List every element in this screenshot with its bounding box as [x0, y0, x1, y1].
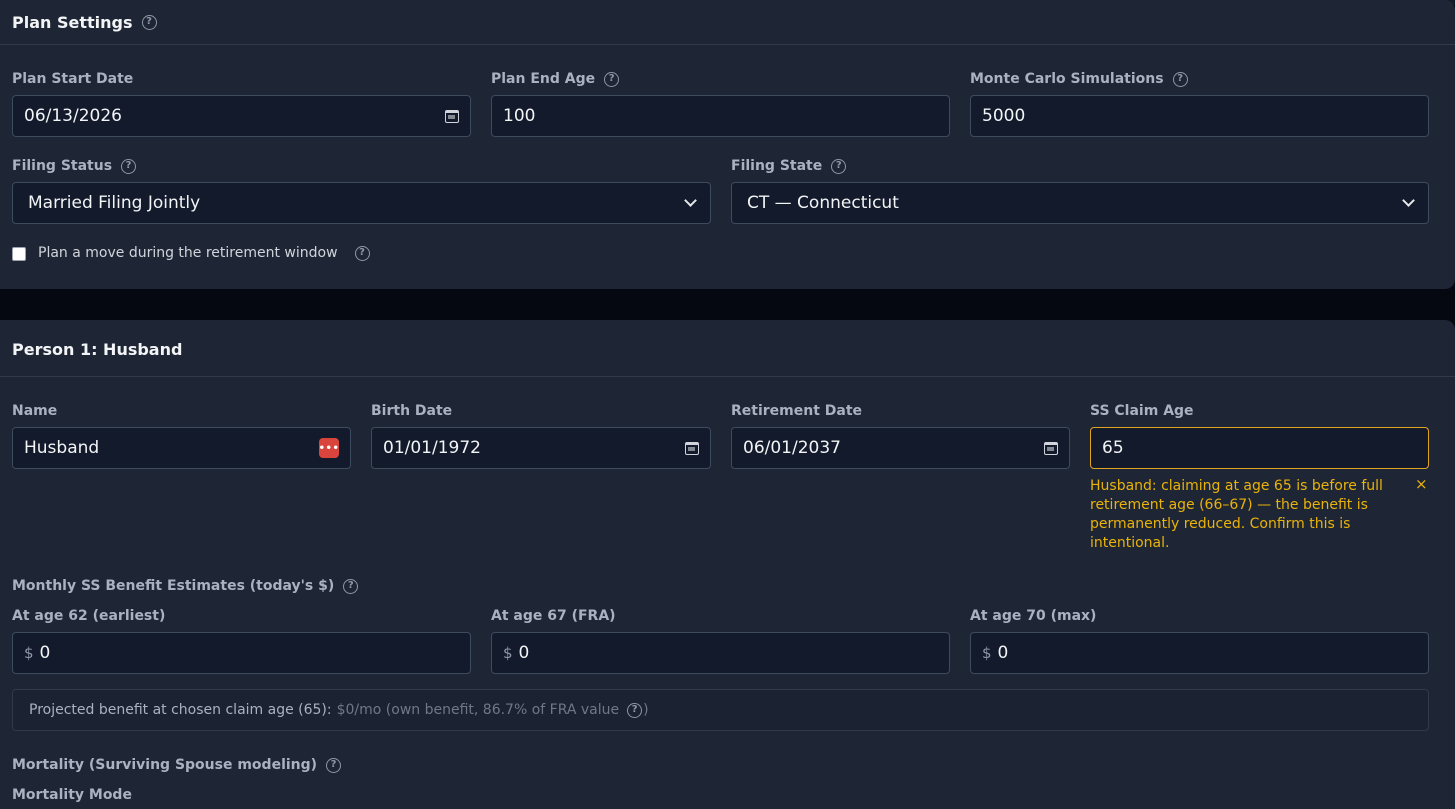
monte-carlo-label: Monte Carlo Simulations ?	[970, 71, 1188, 87]
projected-benefit-label: Projected benefit at chosen claim age (6…	[29, 702, 332, 718]
help-icon[interactable]: ?	[141, 14, 157, 30]
monte-carlo-input[interactable]: 5000	[970, 95, 1429, 137]
chevron-down-icon	[1402, 194, 1415, 207]
name-input[interactable]: Husband •••	[12, 427, 351, 469]
age62-input[interactable]: $ 0	[12, 632, 471, 674]
help-icon[interactable]: ?	[604, 71, 620, 87]
plan-start-date-input[interactable]: 06/13/2026	[12, 95, 471, 137]
plan-start-date-label: Plan Start Date	[12, 71, 134, 87]
projected-benefit-box: Projected benefit at chosen claim age (6…	[12, 689, 1429, 731]
plan-settings-card: Plan Settings ? Plan Start Date 06/13/20…	[0, 0, 1455, 289]
close-icon[interactable]: ×	[1415, 475, 1428, 493]
calendar-icon[interactable]	[445, 109, 459, 123]
filing-state-label: Filing State ?	[731, 158, 847, 174]
projected-benefit-closing: )	[643, 702, 649, 718]
projected-benefit-value: $0/mo (own benefit, 86.7% of FRA value	[336, 702, 620, 718]
help-icon[interactable]: ?	[831, 158, 847, 174]
mortality-mode-label: Mortality Mode	[12, 787, 132, 803]
age70-label: At age 70 (max)	[970, 608, 1097, 624]
help-icon[interactable]: ?	[354, 245, 370, 261]
help-icon[interactable]: ?	[326, 757, 342, 773]
age67-input[interactable]: $ 0	[491, 632, 950, 674]
retirement-date-input[interactable]: 06/01/2037	[731, 427, 1070, 469]
person1-title: Person 1: Husband	[12, 339, 183, 359]
ss-claim-age-label: SS Claim Age	[1090, 403, 1194, 419]
chevron-down-icon	[684, 194, 697, 207]
password-manager-icon[interactable]: •••	[319, 438, 339, 458]
calendar-icon[interactable]	[685, 441, 699, 455]
plan-settings-header: Plan Settings ?	[0, 0, 1455, 45]
person1-card: Person 1: Husband Name Husband ••• Birth…	[0, 320, 1455, 809]
move-checkbox-label[interactable]: Plan a move during the retirement window…	[38, 245, 370, 261]
birth-date-input[interactable]: 01/01/1972	[371, 427, 711, 469]
help-icon[interactable]: ?	[121, 158, 137, 174]
name-label: Name	[12, 403, 58, 419]
currency-symbol: $	[503, 644, 513, 662]
filing-status-select[interactable]: Married Filing Jointly	[12, 182, 711, 224]
age70-input[interactable]: $ 0	[970, 632, 1429, 674]
person1-header: Person 1: Husband	[0, 320, 1455, 377]
birth-date-label: Birth Date	[371, 403, 453, 419]
ss-claim-age-warning: Husband: claiming at age 65 is before fu…	[1090, 478, 1383, 551]
help-icon[interactable]: ?	[343, 578, 359, 594]
plan-end-age-input[interactable]: 100	[491, 95, 950, 137]
currency-symbol: $	[982, 644, 992, 662]
move-checkbox[interactable]	[12, 247, 26, 261]
age62-label: At age 62 (earliest)	[12, 608, 166, 624]
plan-end-age-label: Plan End Age ?	[491, 71, 620, 87]
retirement-date-label: Retirement Date	[731, 403, 863, 419]
help-icon[interactable]: ?	[627, 702, 643, 718]
mortality-label: Mortality (Surviving Spouse modeling) ?	[12, 757, 342, 773]
calendar-icon[interactable]	[1044, 441, 1058, 455]
plan-settings-title: Plan Settings	[12, 12, 133, 32]
age67-label: At age 67 (FRA)	[491, 608, 616, 624]
help-icon[interactable]: ?	[1172, 71, 1188, 87]
ss-claim-age-input[interactable]: 65	[1090, 427, 1429, 469]
currency-symbol: $	[24, 644, 34, 662]
filing-state-select[interactable]: CT — Connecticut	[731, 182, 1429, 224]
benefit-estimates-label: Monthly SS Benefit Estimates (today's $)…	[12, 578, 359, 594]
filing-status-label: Filing Status ?	[12, 158, 137, 174]
